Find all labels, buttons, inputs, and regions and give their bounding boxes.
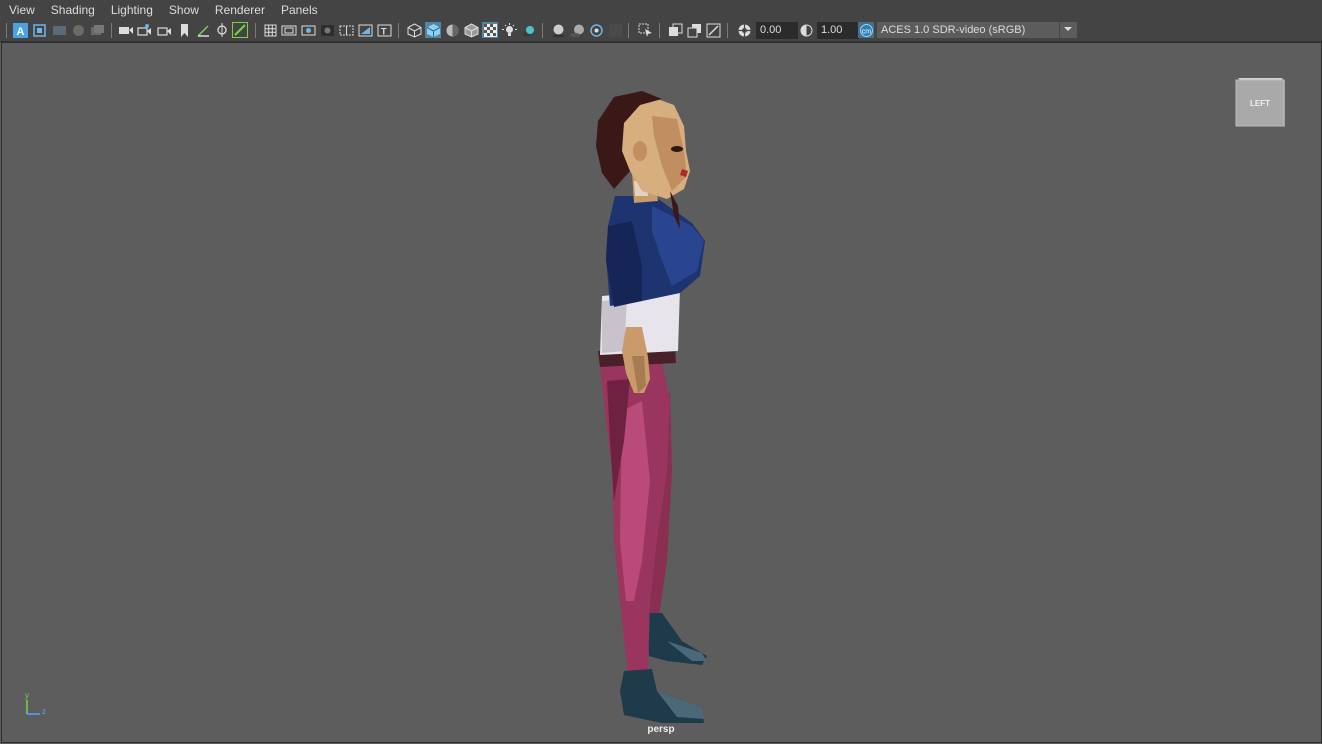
- wireframe-icon[interactable]: [406, 22, 422, 38]
- two-sided-lighting-icon[interactable]: [89, 22, 105, 38]
- gate-mask-icon[interactable]: [319, 22, 335, 38]
- axis-z-label: z: [42, 707, 46, 716]
- view-transform-dropdown-arrow[interactable]: [1059, 22, 1077, 38]
- xray-icon[interactable]: [482, 22, 498, 38]
- menu-shading[interactable]: Shading: [42, 0, 102, 20]
- toolbar-separator: [542, 23, 543, 38]
- xray-joints-icon[interactable]: [667, 22, 683, 38]
- camera-icon[interactable]: [118, 22, 134, 38]
- view-cube[interactable]: LEFT: [1235, 75, 1287, 134]
- grid-icon[interactable]: [262, 22, 278, 38]
- svg-text:cm: cm: [861, 28, 871, 35]
- film-gate-icon[interactable]: [281, 22, 297, 38]
- toolbar-separator: [659, 23, 660, 38]
- axis-gizmo: y z: [20, 688, 54, 723]
- exposure-field[interactable]: [756, 22, 798, 39]
- maya-viewport-panel: View Shading Lighting Show Renderer Pane…: [0, 0, 1322, 744]
- frame-all-icon[interactable]: [51, 22, 67, 38]
- menu-show[interactable]: Show: [160, 0, 206, 20]
- safe-action-icon[interactable]: [357, 22, 373, 38]
- toolbar-separator: [6, 23, 7, 38]
- xray-active-components-icon[interactable]: [686, 22, 702, 38]
- 3d-viewport[interactable]: [1, 42, 1322, 743]
- safe-title-icon[interactable]: T: [376, 22, 392, 38]
- color-management-icon[interactable]: cm: [858, 22, 874, 38]
- menu-lighting[interactable]: Lighting: [102, 0, 160, 20]
- toolbar-separator: [111, 23, 112, 38]
- toolbar-separator: [398, 23, 399, 38]
- menu-renderer[interactable]: Renderer: [206, 0, 272, 20]
- lights-icon[interactable]: [501, 22, 517, 38]
- svg-text:A: A: [16, 26, 24, 38]
- isolate-select-icon[interactable]: [637, 22, 653, 38]
- motion-blur-icon[interactable]: [569, 22, 585, 38]
- chevron-down-icon: [1064, 27, 1072, 31]
- axis-y-label: y: [25, 691, 29, 700]
- gamma-icon[interactable]: [798, 22, 814, 38]
- default-material-icon[interactable]: [444, 22, 460, 38]
- character-model[interactable]: [2, 43, 1321, 742]
- depth-of-field-icon[interactable]: [607, 22, 623, 38]
- backface-culling-icon[interactable]: [705, 22, 721, 38]
- camera-attributes-icon[interactable]: [137, 22, 153, 38]
- smooth-shade-icon[interactable]: [425, 22, 441, 38]
- camera-name-label: persp: [647, 724, 675, 735]
- screen-space-ao-icon[interactable]: [550, 22, 566, 38]
- gamma-field[interactable]: [817, 22, 859, 39]
- image-plane-icon[interactable]: [195, 22, 211, 38]
- lock-camera-icon[interactable]: [70, 22, 86, 38]
- panel-toolbar: A T 0.00 1.00 cm ACES 1.0 SDR-video (sRG…: [0, 20, 1322, 42]
- view-cube-face-label: LEFT: [1250, 99, 1270, 108]
- resolution-gate-icon[interactable]: [300, 22, 316, 38]
- bookmarks-icon[interactable]: [176, 22, 192, 38]
- panel-menubar: View Shading Lighting Show Renderer Pane…: [0, 0, 1322, 20]
- frame-selection-icon[interactable]: [31, 22, 47, 38]
- wireframe-on-shaded-icon[interactable]: [463, 22, 479, 38]
- grease-pencil-icon[interactable]: [232, 22, 248, 38]
- anti-aliasing-icon[interactable]: [588, 22, 604, 38]
- select-camera-icon[interactable]: A: [12, 22, 28, 38]
- view-transform-select[interactable]: ACES 1.0 SDR-video (sRGB): [877, 22, 1059, 38]
- field-chart-icon[interactable]: [338, 22, 354, 38]
- toolbar-separator: [628, 23, 629, 38]
- exposure-icon[interactable]: [736, 22, 752, 38]
- toolbar-separator: [727, 23, 728, 38]
- menu-panels[interactable]: Panels: [272, 0, 325, 20]
- 2d-pan-zoom-icon[interactable]: [214, 22, 230, 38]
- camera-sequencer-icon[interactable]: [157, 22, 173, 38]
- svg-text:T: T: [381, 26, 387, 36]
- toolbar-separator: [255, 23, 256, 38]
- shadows-icon[interactable]: [520, 22, 536, 38]
- menu-view[interactable]: View: [0, 0, 42, 20]
